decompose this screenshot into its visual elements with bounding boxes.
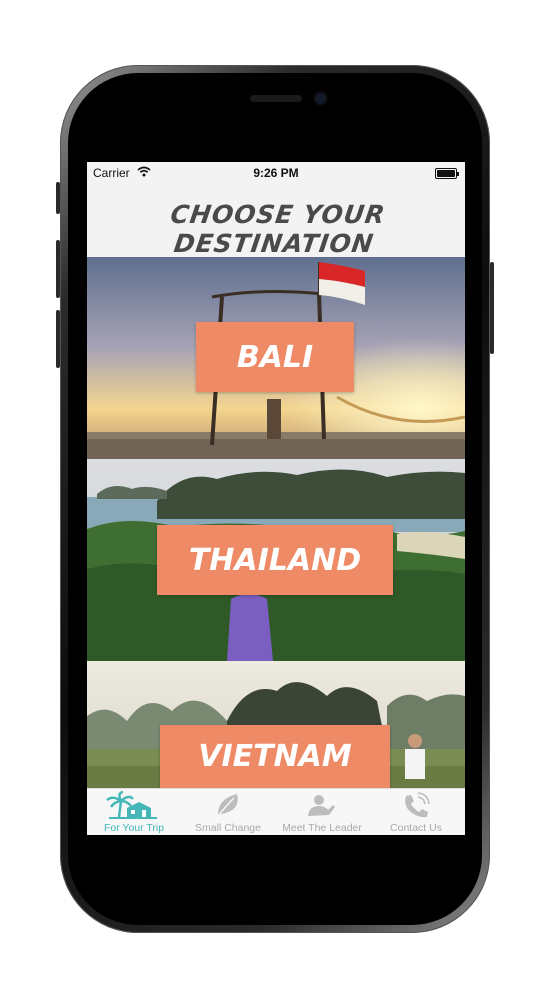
battery-icon — [435, 168, 459, 179]
tab-label: Meet The Leader — [282, 822, 362, 834]
status-bar: Carrier 9:26 PM — [87, 162, 465, 184]
mute-switch — [56, 182, 60, 214]
leaf-icon — [217, 794, 238, 817]
destination-card-bali[interactable]: BALI — [87, 257, 465, 459]
clock: 9:26 PM — [253, 166, 299, 180]
front-camera — [315, 93, 326, 104]
tab-small-change[interactable]: Small Change — [181, 789, 275, 835]
tab-label: For Your Trip — [103, 822, 165, 834]
earpiece-speaker — [250, 95, 302, 102]
tab-meet-the-leader[interactable]: Meet The Leader — [275, 789, 369, 835]
tab-bar: For Your Trip Small Change Meet The Lead… — [87, 788, 465, 835]
destination-button-vietnam[interactable]: VIETNAM — [160, 725, 390, 788]
tab-contact-us[interactable]: Contact Us — [369, 789, 463, 835]
phone-icon — [405, 792, 430, 818]
destination-card-vietnam[interactable]: VIETNAM — [87, 661, 465, 788]
app-screen: Carrier 9:26 PM CHOOSE YOUR DESTINATION — [87, 162, 465, 835]
destination-card-thailand[interactable]: THAILAND — [87, 459, 465, 661]
volume-down-button — [56, 310, 60, 368]
person-icon — [308, 795, 335, 816]
destination-button-bali[interactable]: BALI — [196, 322, 354, 392]
volume-up-button — [56, 240, 60, 298]
tab-label: Contact Us — [390, 822, 442, 834]
power-button — [490, 262, 494, 354]
destination-button-thailand[interactable]: THAILAND — [157, 525, 393, 595]
tab-for-your-trip[interactable]: For Your Trip — [87, 789, 181, 835]
page-title: CHOOSE YOUR DESTINATION — [168, 200, 388, 258]
tab-label: Small Change — [195, 822, 261, 834]
palm-house-icon — [106, 791, 157, 819]
